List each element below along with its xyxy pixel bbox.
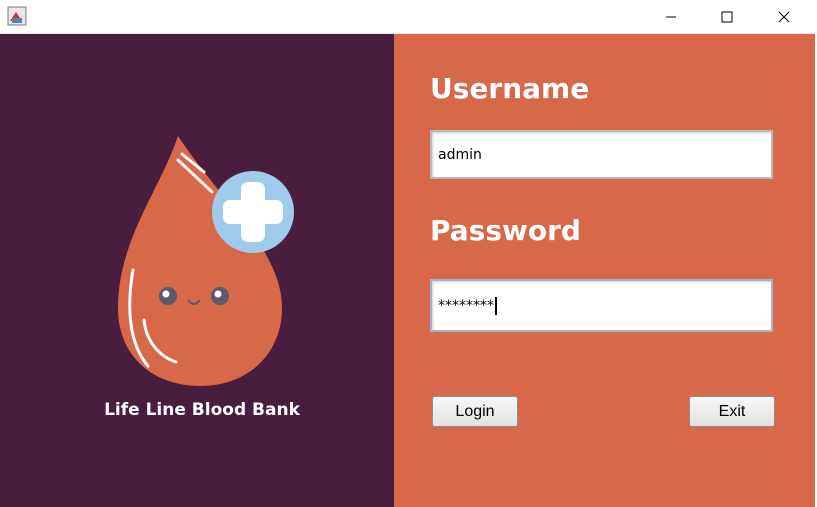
blood-drop-icon bbox=[118, 136, 294, 386]
username-label: Username bbox=[430, 72, 590, 105]
maximize-button[interactable] bbox=[704, 0, 750, 33]
login-button[interactable]: Login bbox=[432, 396, 518, 427]
close-icon bbox=[778, 11, 790, 22]
title-bar bbox=[0, 0, 817, 34]
branding-panel: Life Line Blood Bank bbox=[0, 34, 394, 507]
exit-button[interactable]: Exit bbox=[689, 396, 775, 427]
login-panel: Username admin Password ******** Login E… bbox=[394, 34, 815, 507]
password-value: ******** bbox=[438, 297, 494, 314]
username-field[interactable]: admin bbox=[430, 130, 773, 179]
maximize-icon bbox=[721, 11, 733, 22]
text-caret bbox=[495, 296, 497, 315]
close-button[interactable] bbox=[761, 0, 807, 33]
password-field[interactable]: ******** bbox=[430, 279, 773, 332]
app-icon bbox=[7, 6, 27, 26]
username-value: admin bbox=[438, 146, 482, 163]
minimize-icon bbox=[666, 16, 676, 17]
brand-name: Life Line Blood Bank bbox=[104, 400, 300, 420]
password-label: Password bbox=[430, 214, 581, 247]
minimize-button[interactable] bbox=[648, 0, 694, 33]
